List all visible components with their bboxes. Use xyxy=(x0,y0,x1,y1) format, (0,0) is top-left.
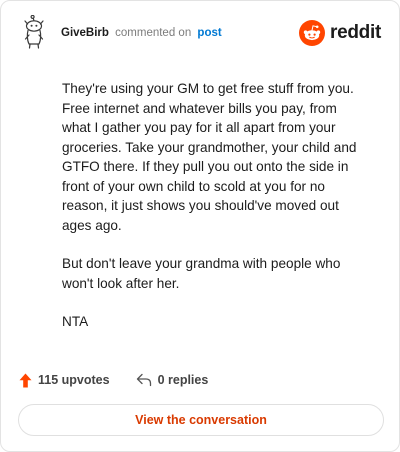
comment-header: GiveBirb commented on post reddit xyxy=(17,14,383,51)
replies-stat[interactable]: 0 replies xyxy=(136,373,209,387)
reddit-wordmark: reddit xyxy=(330,22,381,43)
action-text: commented on xyxy=(115,27,192,39)
upvotes-count: 115 upvotes xyxy=(38,373,110,387)
post-link[interactable]: post xyxy=(197,27,221,39)
username-link[interactable]: GiveBirb xyxy=(61,27,109,39)
replies-count: 0 replies xyxy=(157,373,209,387)
upvote-arrow-icon xyxy=(19,373,38,388)
comment-paragraph: They're using your GM to get free stuff … xyxy=(62,81,357,233)
snoo-avatar-icon[interactable] xyxy=(17,14,51,49)
reply-arrow-icon xyxy=(136,373,158,387)
comment-paragraph: But don't leave your grandma with people… xyxy=(62,256,341,291)
comment-footer: 115 upvotes 0 replies xyxy=(19,370,208,390)
upvotes-stat[interactable]: 115 upvotes xyxy=(19,373,110,388)
reddit-logo[interactable]: reddit xyxy=(299,20,381,46)
comment-card: GiveBirb commented on post reddit They'r… xyxy=(0,0,400,452)
view-conversation-button[interactable]: View the conversation xyxy=(18,404,384,436)
comment-body: They're using your GM to get free stuff … xyxy=(62,79,363,351)
comment-meta: GiveBirb commented on post xyxy=(61,27,222,39)
reddit-alien-icon xyxy=(299,20,326,46)
comment-paragraph: NTA xyxy=(62,314,89,329)
